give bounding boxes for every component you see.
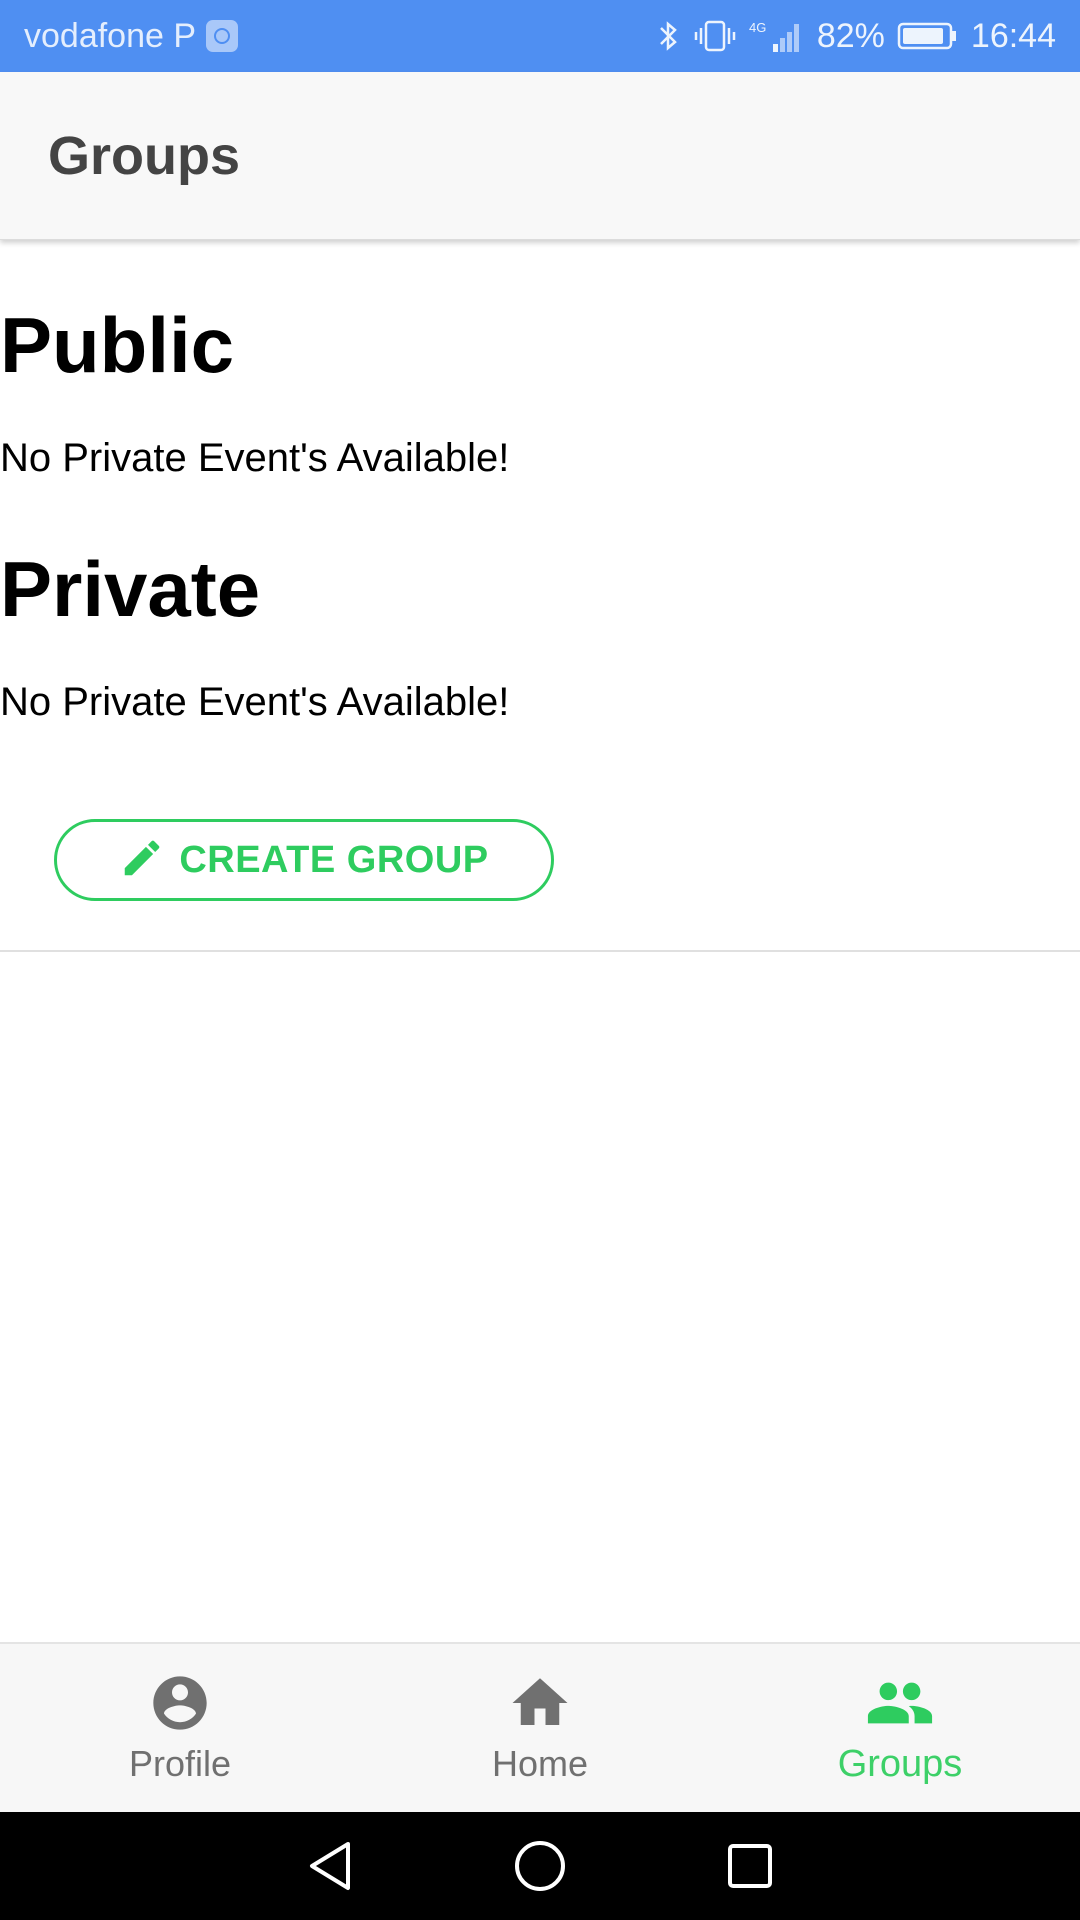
nav-item-home[interactable]: Home: [360, 1644, 720, 1812]
screen: vodafone P 4G 82% 16:44 Groups Public No…: [0, 0, 1080, 1920]
status-left: vodafone P: [24, 16, 239, 56]
app-bar: Groups: [0, 72, 1080, 240]
public-empty-message: No Private Event's Available!: [0, 436, 510, 480]
carrier-name: vodafone P: [24, 16, 197, 55]
account-circle-icon: [148, 1671, 212, 1735]
battery-icon: [897, 21, 959, 51]
private-section-title: Private: [0, 545, 261, 633]
nav-label-home: Home: [491, 1743, 589, 1784]
home-icon: [507, 1671, 573, 1735]
nav-label-profile: Profile: [128, 1743, 232, 1784]
signal-icon: 4G: [749, 18, 805, 54]
back-icon[interactable]: [300, 1836, 360, 1896]
nav-label-groups: Groups: [837, 1742, 963, 1785]
bottom-navigation: Profile Home Groups: [0, 1642, 1080, 1812]
recents-icon[interactable]: [720, 1836, 780, 1896]
private-empty-message: No Private Event's Available!: [0, 680, 510, 724]
status-bar: vodafone P 4G 82% 16:44: [0, 0, 1080, 72]
vibrate-icon: [693, 18, 737, 54]
nav-item-profile[interactable]: Profile: [0, 1644, 360, 1812]
create-group-button[interactable]: CREATE GROUP: [54, 819, 554, 901]
network-type-label: 4G: [749, 20, 766, 35]
divider: [0, 950, 1080, 952]
public-section-title: Public: [0, 301, 235, 389]
groups-icon: [865, 1671, 935, 1735]
page-title: Groups: [48, 125, 241, 186]
carrier-badge-icon: [206, 20, 239, 52]
bluetooth-icon: [657, 18, 681, 54]
status-time: 16:44: [970, 16, 1056, 55]
home-circle-icon[interactable]: [510, 1836, 570, 1896]
system-navigation-bar: [0, 1812, 1080, 1920]
battery-percent: 82%: [816, 16, 885, 55]
create-group-label: CREATE GROUP: [179, 838, 489, 881]
status-right: 4G 82% 16:44: [657, 17, 1056, 56]
pencil-icon: [119, 835, 165, 886]
nav-item-groups[interactable]: Groups: [720, 1644, 1080, 1812]
main-content: Public No Private Event's Available! Pri…: [0, 240, 1080, 950]
